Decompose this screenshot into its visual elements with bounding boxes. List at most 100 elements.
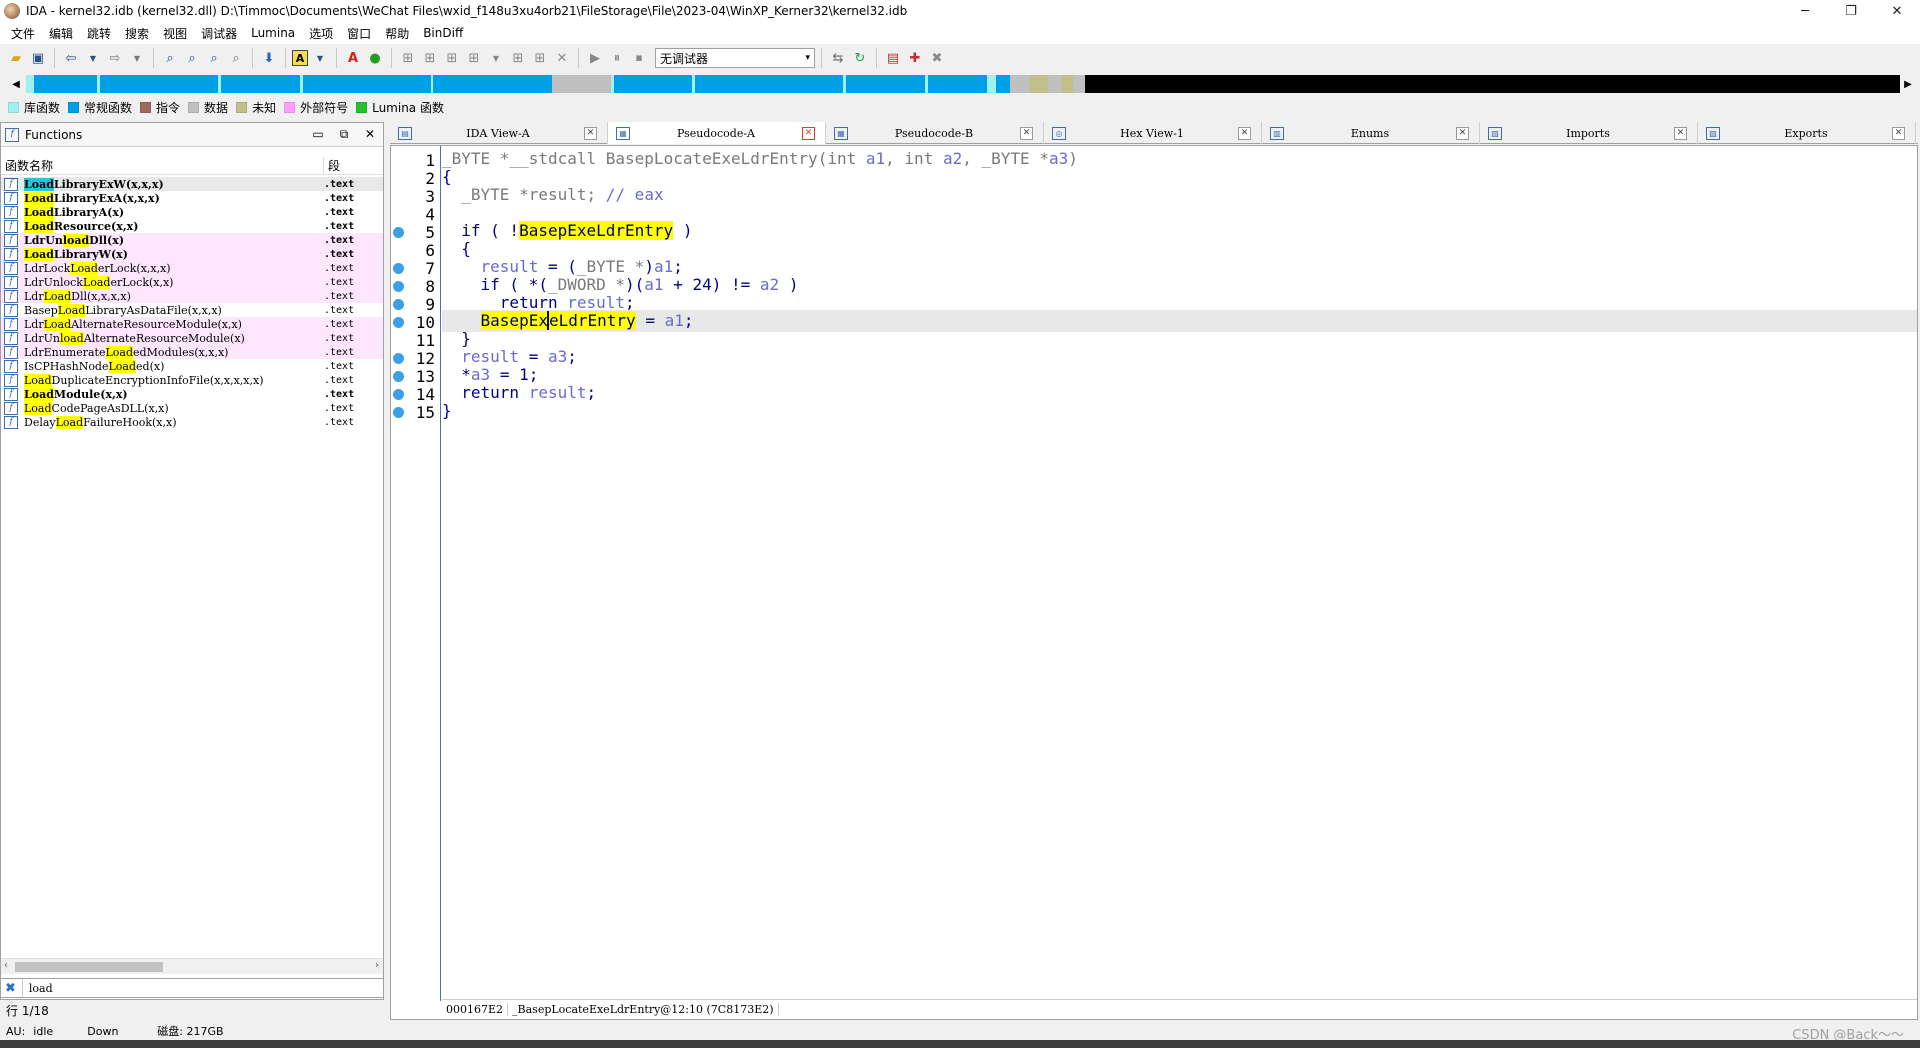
- search-text-icon[interactable]: ⌕: [160, 48, 180, 68]
- save-icon[interactable]: ▣: [28, 48, 48, 68]
- graph-tool-icon[interactable]: ⊞: [398, 48, 418, 68]
- function-row[interactable]: f LdrLockLoaderLock(x,x,x) .text: [1, 261, 383, 275]
- panel-float-icon[interactable]: ⧉: [331, 127, 357, 142]
- function-row[interactable]: f LoadLibraryW(x) .text: [1, 247, 383, 261]
- column-function-name[interactable]: 函数名称: [5, 157, 323, 174]
- menu-item[interactable]: 窗口: [340, 25, 378, 42]
- string-icon[interactable]: A: [292, 50, 308, 66]
- function-row[interactable]: f DelayLoadFailureHook(x,x) .text: [1, 415, 383, 429]
- nav-segment[interactable]: [1010, 75, 1030, 93]
- nav-segment[interactable]: [220, 75, 300, 93]
- add-breakpoint-icon[interactable]: ✚: [905, 48, 925, 68]
- scrollbar-thumb[interactable]: [15, 962, 163, 972]
- nav-segment[interactable]: [1085, 75, 1900, 93]
- filter-input[interactable]: [21, 979, 383, 997]
- tab-hex-view-1[interactable]: ◎ Hex View-1 ✕: [1044, 122, 1262, 144]
- tab-close-icon[interactable]: ✕: [802, 126, 815, 140]
- menu-item[interactable]: 帮助: [378, 25, 416, 42]
- menu-item[interactable]: Lumina: [244, 26, 302, 40]
- scroll-left-icon[interactable]: ‹: [4, 960, 8, 971]
- code-line[interactable]: }: [442, 400, 1917, 422]
- menu-item[interactable]: 搜索: [118, 25, 156, 42]
- function-row[interactable]: f LoadModule(x,x) .text: [1, 387, 383, 401]
- breakpoint-list-icon[interactable]: ▤: [883, 48, 903, 68]
- graph-tool-icon[interactable]: ⊞: [530, 48, 550, 68]
- search-binary-icon[interactable]: ⌕: [182, 48, 202, 68]
- nav-segment[interactable]: [613, 75, 693, 93]
- panel-restore-icon[interactable]: ▭: [305, 127, 331, 142]
- nav-segment[interactable]: [1029, 75, 1048, 93]
- tab-close-icon[interactable]: ✕: [584, 126, 597, 140]
- tab-enums[interactable]: ▥ Enums ✕: [1262, 122, 1480, 144]
- nav-segment[interactable]: [302, 75, 431, 93]
- graph-tool-icon[interactable]: ⊞: [508, 48, 528, 68]
- function-row[interactable]: f BasepLoadLibraryAsDataFile(x,x,x) .text: [1, 303, 383, 317]
- nav-segment[interactable]: [695, 75, 843, 93]
- nav-segment[interactable]: [1061, 75, 1074, 93]
- tab-ida-view-a[interactable]: ▤ IDA View-A ✕: [390, 122, 608, 144]
- menu-item[interactable]: 选项: [302, 25, 340, 42]
- pseudocode-view[interactable]: 1 2 3 4 5 6 7 8 9 10 11 12 13 14 15 _BYTE *__stdcall B…: [390, 145, 1918, 1020]
- function-row[interactable]: f LoadLibraryExW(x,x,x) .text: [1, 177, 383, 191]
- nav-segment[interactable]: [99, 75, 218, 93]
- chevron-down-icon[interactable]: ▼: [127, 48, 147, 68]
- nav-left-arrow-icon[interactable]: ◀: [10, 76, 22, 92]
- nav-segment[interactable]: [845, 75, 925, 93]
- text-color-icon[interactable]: A: [343, 48, 363, 68]
- function-row[interactable]: f LdrUnlockLoaderLock(x,x) .text: [1, 275, 383, 289]
- menu-item[interactable]: 文件: [4, 25, 42, 42]
- nav-segment[interactable]: [986, 75, 997, 93]
- function-row[interactable]: f LoadCodePageAsDLL(x,x) .text: [1, 401, 383, 415]
- code-area[interactable]: _BYTE *__stdcall BasepLocateExeLdrEntry(…: [442, 146, 1917, 1001]
- attach-process-icon[interactable]: ⇆: [828, 48, 848, 68]
- debugger-select[interactable]: 无调试器 ▾: [655, 48, 815, 68]
- chevron-down-icon[interactable]: ▼: [486, 48, 506, 68]
- chevron-down-icon[interactable]: ▼: [83, 48, 103, 68]
- tab-pseudocode-b[interactable]: ▦ Pseudocode-B ✕: [826, 122, 1044, 144]
- nav-segment[interactable]: [551, 75, 611, 93]
- function-row[interactable]: f LoadLibraryExA(x,x,x) .text: [1, 191, 383, 205]
- nav-segment[interactable]: [996, 75, 1011, 93]
- play-icon[interactable]: ▶: [585, 48, 605, 68]
- function-row[interactable]: f LdrEnumerateLoadedModules(x,x,x) .text: [1, 345, 383, 359]
- cross-icon[interactable]: ✕: [552, 48, 572, 68]
- detach-process-icon[interactable]: ↻: [850, 48, 870, 68]
- nav-right-arrow-icon[interactable]: ▶: [1902, 76, 1914, 92]
- function-row[interactable]: f LoadDuplicateEncryptionInfoFile(x,x,x,x…: [1, 373, 383, 387]
- tab-imports[interactable]: ▧ Imports ✕: [1480, 122, 1698, 144]
- close-button[interactable]: ✕: [1874, 0, 1920, 22]
- minimize-button[interactable]: ─: [1782, 0, 1828, 22]
- menu-item[interactable]: 跳转: [80, 25, 118, 42]
- function-row[interactable]: f LoadLibraryA(x) .text: [1, 205, 383, 219]
- nav-segment[interactable]: [927, 75, 987, 93]
- menu-item[interactable]: 编辑: [42, 25, 80, 42]
- nav-segment[interactable]: [26, 75, 34, 93]
- graph-tool-icon[interactable]: ⊞: [464, 48, 484, 68]
- menu-item[interactable]: BinDiff: [416, 26, 470, 40]
- jump-down-icon[interactable]: ⬇: [259, 48, 279, 68]
- function-row[interactable]: f LoadResource(x,x) .text: [1, 219, 383, 233]
- menu-item[interactable]: 调试器: [194, 25, 244, 42]
- tab-exports[interactable]: ▨ Exports ✕: [1698, 122, 1916, 144]
- function-row[interactable]: f LdrUnloadDll(x) .text: [1, 233, 383, 247]
- stop-icon[interactable]: ⏹: [629, 48, 649, 68]
- tab-close-icon[interactable]: ✕: [1892, 126, 1905, 140]
- navigation-band[interactable]: [26, 75, 1900, 93]
- graph-tool-icon[interactable]: ⊞: [442, 48, 462, 68]
- graph-tool-icon[interactable]: ⊞: [420, 48, 440, 68]
- function-row[interactable]: f IsCPHashNodeLoaded(x) .text: [1, 359, 383, 373]
- nav-segment[interactable]: [37, 75, 97, 93]
- search-next-icon[interactable]: ⌕: [226, 48, 246, 68]
- panel-close-icon[interactable]: ✕: [357, 127, 383, 142]
- function-row[interactable]: f LdrLoadAlternateResourceModule(x,x) .tex…: [1, 317, 383, 331]
- tab-pseudocode-a[interactable]: ▦ Pseudocode-A ✕: [608, 122, 826, 144]
- maximize-button[interactable]: ❐: [1828, 0, 1874, 22]
- forward-arrow-icon[interactable]: ⇨: [105, 48, 125, 68]
- tab-close-icon[interactable]: ✕: [1674, 126, 1687, 140]
- nav-segment[interactable]: [1047, 75, 1062, 93]
- function-row[interactable]: f LdrLoadDll(x,x,x,x) .text: [1, 289, 383, 303]
- tab-close-icon[interactable]: ✕: [1020, 126, 1033, 140]
- menu-item[interactable]: 视图: [156, 25, 194, 42]
- back-arrow-icon[interactable]: ⇦: [61, 48, 81, 68]
- column-segment[interactable]: 段: [323, 157, 340, 174]
